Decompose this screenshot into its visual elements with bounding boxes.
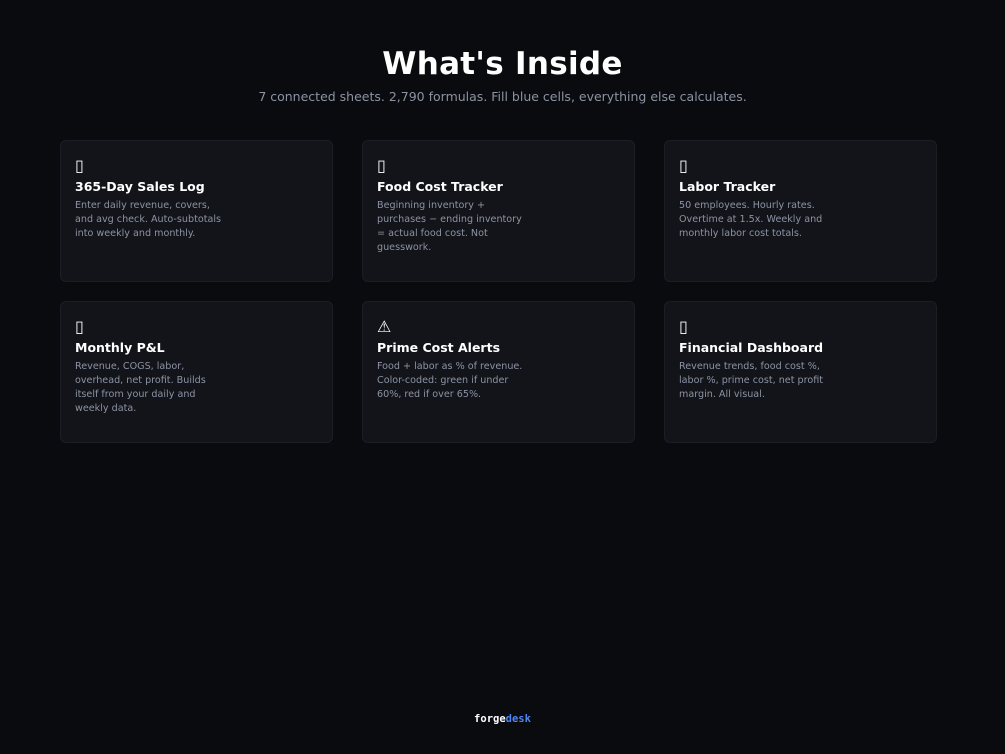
warning-icon: ⚠ — [377, 317, 392, 336]
brand-name-part1: forge — [474, 713, 506, 725]
page-title: What's Inside — [382, 46, 623, 82]
card-title: Labor Tracker — [679, 179, 776, 194]
feature-card-sales-log: ▯ 365-Day Sales Log Enter daily revenue,… — [60, 140, 333, 282]
food-cost-icon: ▯ — [377, 156, 386, 175]
labor-icon: ▯ — [679, 156, 688, 175]
card-title: Financial Dashboard — [679, 340, 824, 355]
brand-logo: forgedesk — [0, 713, 1005, 725]
card-description: Food + labor as % of revenue. Color-code… — [377, 361, 523, 400]
card-description: Revenue, COGS, labor, overhead, net prof… — [75, 361, 206, 414]
pnl-icon: ▯ — [75, 317, 84, 336]
brand-name-part2: desk — [505, 713, 531, 725]
page: What's Inside 7 connected sheets. 2,790 … — [0, 0, 1005, 754]
card-description: Beginning inventory + purchases − ending… — [377, 200, 522, 253]
feature-card-food-cost: ▯ Food Cost Tracker Beginning inventory … — [362, 140, 635, 282]
card-title: Monthly P&L — [75, 340, 165, 355]
card-description: Enter daily revenue, covers, and avg che… — [75, 200, 222, 239]
feature-card-labor: ▯ Labor Tracker 50 employees. Hourly rat… — [664, 140, 937, 282]
card-title: Prime Cost Alerts — [377, 340, 501, 355]
feature-card-pnl: ▯ Monthly P&L Revenue, COGS, labor, over… — [60, 301, 333, 443]
sales-log-icon: ▯ — [75, 156, 84, 175]
card-title: 365-Day Sales Log — [75, 179, 205, 194]
dashboard-icon: ▯ — [679, 317, 688, 336]
card-description: 50 employees. Hourly rates. Overtime at … — [679, 200, 823, 239]
feature-card-prime-cost: ⚠ Prime Cost Alerts Food + labor as % of… — [362, 301, 635, 443]
card-title: Food Cost Tracker — [377, 179, 503, 194]
feature-card-dashboard: ▯ Financial Dashboard Revenue trends, fo… — [664, 301, 937, 443]
feature-grid: ▯ 365-Day Sales Log Enter daily revenue,… — [60, 140, 937, 443]
card-description: Revenue trends, food cost %, labor %, pr… — [679, 361, 824, 400]
page-subtitle: 7 connected sheets. 2,790 formulas. Fill… — [258, 89, 747, 104]
